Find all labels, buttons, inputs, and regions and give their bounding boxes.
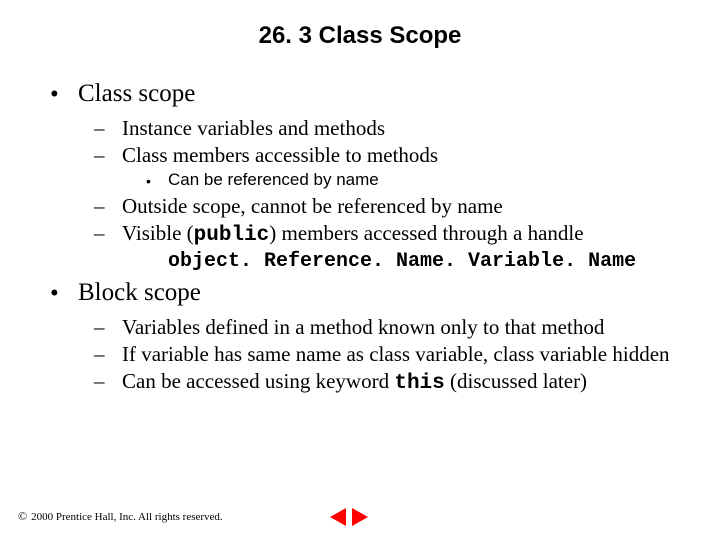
bullet-dash: –	[94, 221, 122, 246]
bullet-dot: •	[50, 279, 78, 309]
bullet-dash: –	[94, 116, 122, 141]
bullet-level2: – Instance variables and methods	[50, 116, 690, 141]
bullet-level1: • Block scope	[50, 279, 690, 309]
bullet-text: Block scope	[78, 279, 690, 307]
prev-arrow-icon[interactable]	[330, 508, 346, 526]
copyright-text: 2000 Prentice Hall, Inc. All rights rese…	[31, 511, 223, 523]
code-line: object. Reference. Name. Variable. Name	[50, 250, 690, 273]
bullet-text: Outside scope, cannot be referenced by n…	[122, 194, 690, 219]
bullet-dash: –	[94, 369, 122, 394]
nav-arrows	[330, 508, 368, 526]
bullet-level2: – If variable has same name as class var…	[50, 342, 690, 367]
text-fragment: Visible (	[122, 221, 194, 245]
bullet-text: Can be accessed using keyword this (disc…	[122, 369, 690, 395]
text-fragment: ) members accessed through a handle	[269, 221, 583, 245]
bullet-level2: – Visible (public) members accessed thro…	[50, 221, 690, 247]
bullet-dash: –	[94, 315, 122, 340]
slide-title: 26. 3 Class Scope	[0, 0, 720, 80]
bullet-dash: –	[94, 143, 122, 168]
bullet-text: Variables defined in a method known only…	[122, 315, 690, 340]
bullet-dot: •	[50, 80, 78, 110]
code-inline: public	[194, 224, 270, 247]
bullet-dot: •	[146, 170, 168, 192]
text-fragment: Can be accessed using keyword	[122, 369, 394, 393]
bullet-text: Class scope	[78, 80, 690, 108]
slide-content: • Class scope – Instance variables and m…	[0, 80, 720, 395]
bullet-level2: – Outside scope, cannot be referenced by…	[50, 194, 690, 219]
bullet-level2: – Can be accessed using keyword this (di…	[50, 369, 690, 395]
bullet-text: Instance variables and methods	[122, 116, 690, 141]
bullet-level3: • Can be referenced by name	[50, 170, 690, 192]
bullet-dash: –	[94, 342, 122, 367]
copyright-symbol: ©	[18, 509, 27, 524]
bullet-dash: –	[94, 194, 122, 219]
bullet-level2: – Variables defined in a method known on…	[50, 315, 690, 340]
bullet-text: Class members accessible to methods	[122, 143, 690, 168]
bullet-text: If variable has same name as class varia…	[122, 342, 690, 367]
text-fragment: (discussed later)	[445, 369, 587, 393]
bullet-text: Can be referenced by name	[168, 170, 690, 190]
next-arrow-icon[interactable]	[352, 508, 368, 526]
footer-copyright: © 2000 Prentice Hall, Inc. All rights re…	[18, 509, 223, 524]
bullet-text: Visible (public) members accessed throug…	[122, 221, 690, 247]
bullet-level2: – Class members accessible to methods	[50, 143, 690, 168]
bullet-level1: • Class scope	[50, 80, 690, 110]
code-inline: this	[394, 372, 444, 395]
